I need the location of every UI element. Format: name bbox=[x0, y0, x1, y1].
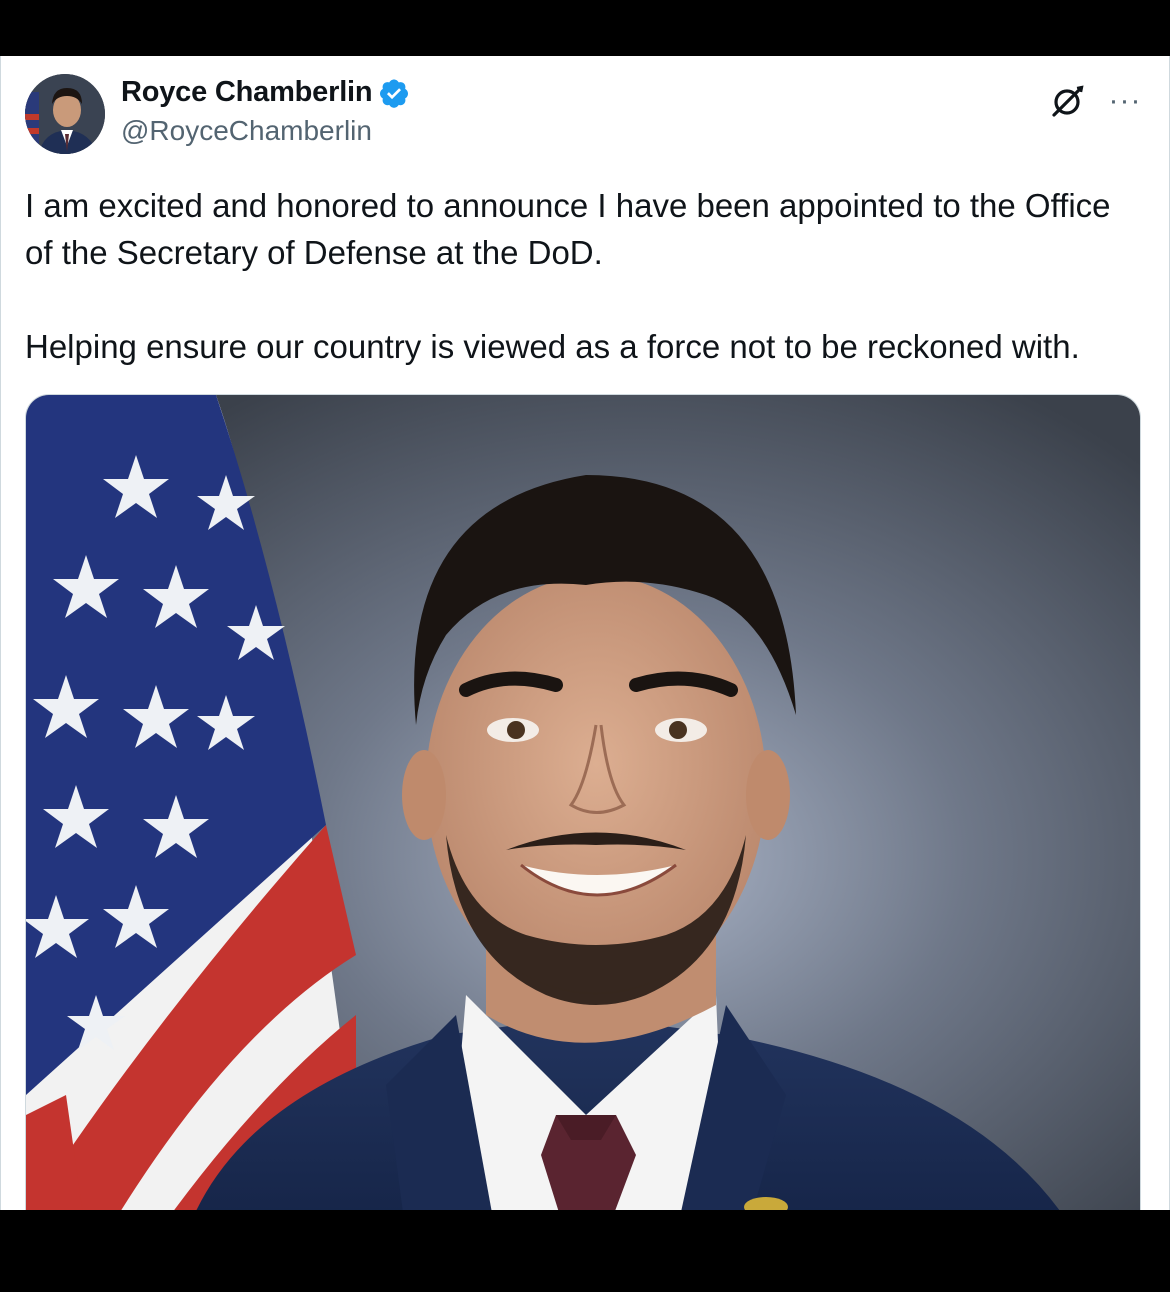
verified-badge-icon[interactable] bbox=[378, 77, 410, 109]
tweet-photo[interactable] bbox=[25, 394, 1141, 1210]
display-name[interactable]: Royce Chamberlin bbox=[121, 76, 373, 109]
avatar-image bbox=[25, 74, 105, 154]
grok-icon bbox=[1052, 85, 1084, 117]
author-handle[interactable]: @RoyceChamberlin bbox=[121, 115, 410, 147]
tweet-card[interactable]: Royce Chamberlin @RoyceChamberlin ··· I … bbox=[0, 56, 1170, 1210]
author-names: Royce Chamberlin @RoyceChamberlin bbox=[121, 76, 410, 147]
portrait-photo bbox=[26, 395, 1140, 1210]
tweet-paragraph-1: I am excited and honored to announce I h… bbox=[25, 187, 1111, 271]
tweet-text: I am excited and honored to announce I h… bbox=[25, 182, 1145, 370]
grok-button[interactable] bbox=[1049, 82, 1087, 120]
display-name-row: Royce Chamberlin bbox=[121, 76, 410, 109]
tweet-header: Royce Chamberlin @RoyceChamberlin ··· bbox=[25, 74, 1145, 154]
more-options-button[interactable]: ··· bbox=[1105, 82, 1145, 120]
tweet-paragraph-2: Helping ensure our country is viewed as … bbox=[25, 328, 1080, 365]
screenshot-frame: Royce Chamberlin @RoyceChamberlin ··· I … bbox=[0, 0, 1170, 1292]
author-avatar[interactable] bbox=[25, 74, 105, 154]
